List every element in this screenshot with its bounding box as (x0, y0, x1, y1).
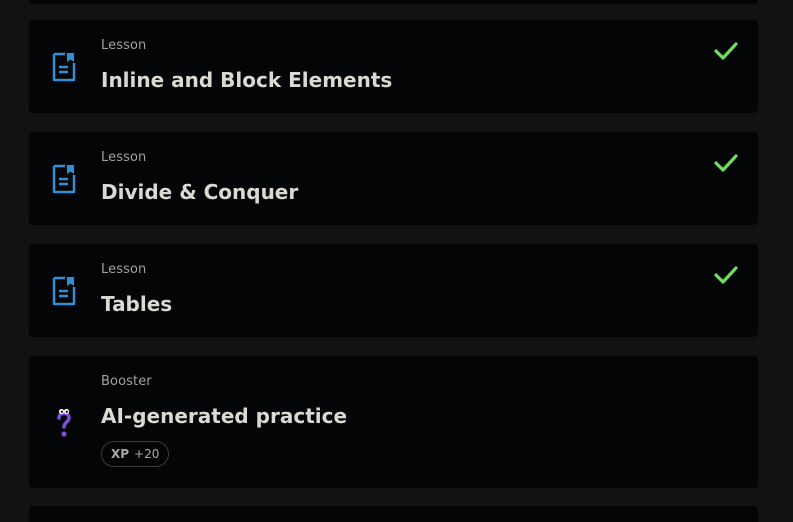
booster-card[interactable]: Booster AI-generated practice XP +20 (29, 356, 758, 488)
completed-check-icon (714, 266, 738, 284)
lesson-document-icon (52, 164, 76, 194)
question-mark-icon (57, 408, 71, 437)
lesson-document-icon (52, 52, 76, 82)
xp-value: +20 (134, 447, 160, 461)
item-title: Tables (101, 292, 173, 316)
item-title: AI-generated practice (101, 404, 348, 428)
lesson-card[interactable]: Lesson Tables (29, 244, 758, 337)
lesson-card[interactable]: Lesson Inline and Block Elements (29, 20, 758, 113)
item-type-label: Booster (101, 374, 152, 389)
item-type-label: Lesson (101, 150, 147, 165)
item-title: Inline and Block Elements (101, 68, 393, 92)
item-type-label: Lesson (101, 38, 147, 53)
lesson-card-partial-top[interactable] (29, 0, 758, 4)
lesson-card-partial-bottom[interactable] (29, 506, 758, 522)
completed-check-icon (714, 154, 738, 172)
item-title: Divide & Conquer (101, 180, 299, 204)
lesson-list-page: Lesson Inline and Block Elements Lesson … (0, 0, 793, 522)
completed-check-icon (714, 42, 738, 60)
xp-reward-badge: XP +20 (101, 441, 170, 467)
lesson-card[interactable]: Lesson Divide & Conquer (29, 132, 758, 225)
xp-label: XP (111, 447, 130, 461)
lesson-document-icon (52, 276, 76, 306)
item-type-label: Lesson (101, 262, 147, 277)
